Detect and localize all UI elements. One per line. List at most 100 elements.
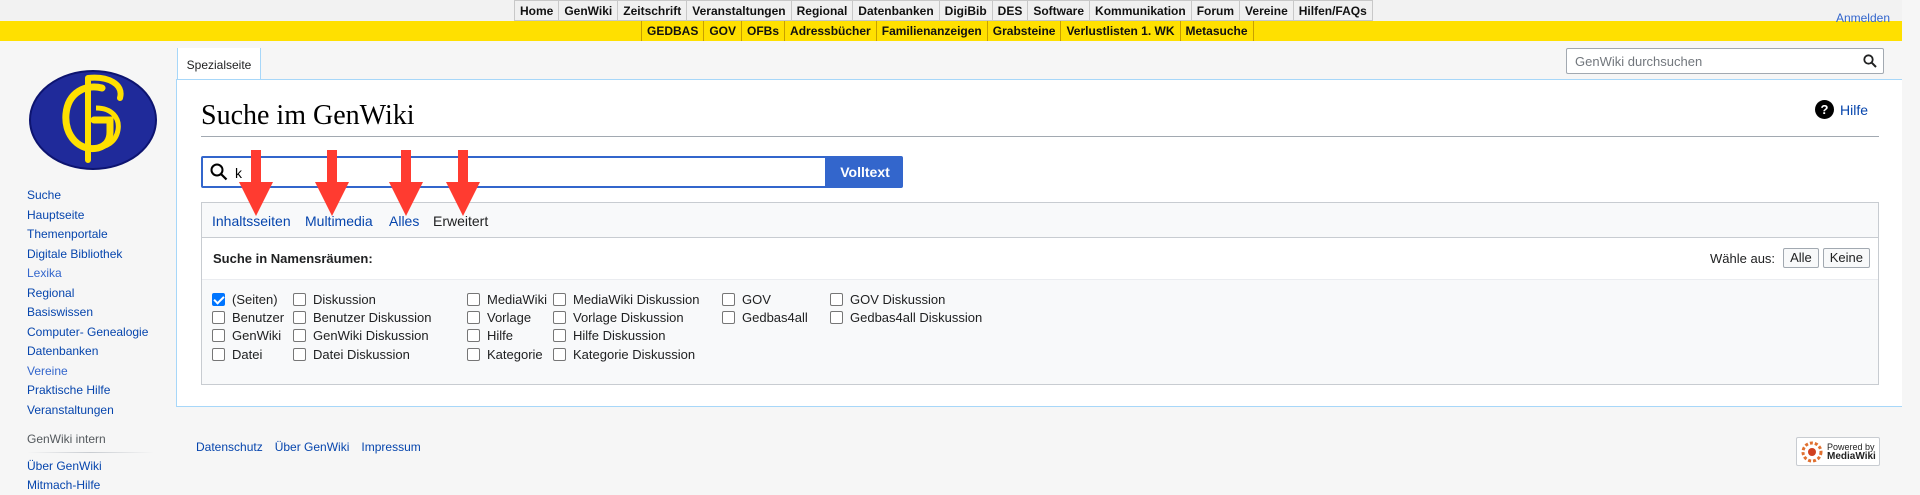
topnav-item[interactable]: Home	[515, 0, 560, 21]
sidebar-item-suche[interactable]: Suche	[27, 186, 148, 206]
topnav-item[interactable]: Regional	[791, 0, 854, 21]
topnav-item[interactable]: Veranstaltungen	[687, 0, 792, 21]
namespace-checkbox-item[interactable]: Diskussion	[293, 292, 376, 307]
namespace-checkbox-item[interactable]: Benutzer	[212, 310, 284, 325]
checkbox[interactable]	[212, 311, 225, 324]
tab-spezialseite[interactable]: Spezialseite	[177, 48, 261, 80]
footer-link-datenschutz[interactable]: Datenschutz	[196, 440, 263, 454]
topnav2-item[interactable]: Familienanzeigen	[877, 21, 988, 41]
namespace-checkbox-item[interactable]: Hilfe	[467, 328, 513, 343]
sidebar-item-ueber-genwiki[interactable]: Über GenWiki	[27, 457, 102, 476]
search-icon[interactable]	[1863, 54, 1877, 68]
topnav2-item[interactable]: GOV	[704, 21, 743, 41]
checkbox[interactable]	[293, 348, 306, 361]
topnav2-item[interactable]: Grabsteine	[988, 21, 1062, 41]
namespace-checkbox-item[interactable]: Datei Diskussion	[293, 347, 410, 362]
sidebar-item-regional[interactable]: Regional	[27, 284, 148, 304]
namespace-checkbox-item[interactable]: MediaWiki Diskussion	[553, 292, 699, 307]
checkbox[interactable]	[212, 329, 225, 342]
checkbox-label: Benutzer Diskussion	[313, 310, 432, 325]
namespace-checkbox-item[interactable]: Vorlage	[467, 310, 531, 325]
checkbox[interactable]	[212, 293, 225, 306]
namespace-checkbox-item[interactable]: (Seiten)	[212, 292, 278, 307]
checkbox[interactable]	[467, 329, 480, 342]
sidebar-section-heading: GenWiki intern	[27, 432, 106, 446]
topnav2-item[interactable]: Metasuche	[1181, 21, 1254, 41]
fulltext-search-button[interactable]: Volltext	[827, 156, 903, 188]
footer-links: Datenschutz Über GenWiki Impressum	[196, 440, 421, 454]
topnav2-item[interactable]: GEDBAS	[642, 21, 705, 41]
topnav-item[interactable]: Forum	[1191, 0, 1241, 21]
namespace-checkbox-item[interactable]: GOV	[722, 292, 771, 307]
namespace-checkbox-item[interactable]: Kategorie	[467, 347, 543, 362]
sidebar-item-themenportale[interactable]: Themenportale	[27, 225, 148, 245]
checkbox-label: Diskussion	[313, 292, 376, 307]
topnav2-item[interactable]: Adressbücher	[785, 21, 877, 41]
checkbox-label: Gedbas4all Diskussion	[850, 310, 983, 325]
mediawiki-flower-icon	[1801, 441, 1823, 462]
checkbox[interactable]	[553, 293, 566, 306]
namespace-checkbox-item[interactable]: GenWiki	[212, 328, 281, 343]
topnav-item[interactable]: DES	[992, 0, 1029, 21]
topnav-item[interactable]: Datenbanken	[853, 0, 940, 21]
search-options-panel: Inhaltsseiten Multimedia Alles Erweitert…	[201, 202, 1879, 385]
powered-by-text: Powered by MediaWiki	[1827, 442, 1876, 462]
site-search-input[interactable]	[1573, 52, 1853, 70]
sidebar-item-praktische-hilfe[interactable]: Praktische Hilfe	[27, 381, 148, 401]
footer-link-ueber-genwiki[interactable]: Über GenWiki	[275, 440, 350, 454]
login-link[interactable]: Anmelden	[1836, 11, 1890, 25]
genwiki-logo[interactable]	[28, 68, 158, 172]
top-nav-secondary: GEDBAS GOV OFBs Adressbücher Familienanz…	[641, 21, 1254, 41]
topnav-item[interactable]: GenWiki	[559, 0, 619, 21]
red-arrow-icon	[446, 150, 480, 216]
checkbox[interactable]	[553, 311, 566, 324]
footer-link-impressum[interactable]: Impressum	[361, 440, 420, 454]
checkbox[interactable]	[553, 348, 566, 361]
checkbox[interactable]	[212, 348, 225, 361]
checkbox[interactable]	[293, 293, 306, 306]
topnav-item[interactable]: Vereine	[1240, 0, 1294, 21]
namespace-checkbox-item[interactable]: Gedbas4all Diskussion	[830, 310, 982, 325]
checkbox[interactable]	[722, 311, 735, 324]
help-link[interactable]: ? Hilfe	[1814, 100, 1868, 119]
select-all-button[interactable]: Alle	[1783, 248, 1819, 268]
checkbox[interactable]	[467, 293, 480, 306]
checkbox[interactable]	[467, 311, 480, 324]
topnav-item[interactable]: Hilfen/FAQs	[1293, 0, 1373, 21]
topnav-item[interactable]: DigiBib	[939, 0, 993, 21]
sidebar-item-mitmach-hilfe[interactable]: Mitmach-Hilfe	[27, 476, 102, 495]
sidebar-item-datenbanken[interactable]: Datenbanken	[27, 342, 148, 362]
namespace-checkbox-item[interactable]: Benutzer Diskussion	[293, 310, 432, 325]
topnav-item[interactable]: Software	[1028, 0, 1091, 21]
sidebar-item-digitale-bibliothek[interactable]: Digitale Bibliothek	[27, 245, 148, 265]
sidebar-item-basiswissen[interactable]: Basiswissen	[27, 303, 148, 323]
select-none-button[interactable]: Keine	[1822, 248, 1870, 268]
topnav-item[interactable]: Kommunikation	[1090, 0, 1192, 21]
checkbox[interactable]	[722, 293, 735, 306]
namespace-checkbox-item[interactable]: Kategorie Diskussion	[553, 347, 695, 362]
topnav2-item[interactable]: Verlustlisten 1. WK	[1061, 21, 1181, 41]
namespace-checkbox-item[interactable]: Hilfe Diskussion	[553, 328, 665, 343]
sidebar-item-lexika[interactable]: Lexika	[27, 264, 148, 284]
namespace-checkbox-item[interactable]: GenWiki Diskussion	[293, 328, 429, 343]
checkbox-label: Datei Diskussion	[313, 347, 410, 362]
namespace-checkbox-item[interactable]: Datei	[212, 347, 262, 362]
powered-line2: MediaWiki	[1827, 450, 1876, 462]
powered-by-mediawiki-badge[interactable]: Powered by MediaWiki	[1796, 437, 1880, 466]
sidebar-item-hauptseite[interactable]: Hauptseite	[27, 206, 148, 226]
checkbox[interactable]	[553, 329, 566, 342]
sidebar-item-veranstaltungen[interactable]: Veranstaltungen	[27, 401, 148, 421]
topnav2-item[interactable]: OFBs	[742, 21, 786, 41]
topnav-item[interactable]: Zeitschrift	[618, 0, 688, 21]
sidebar-item-vereine[interactable]: Vereine	[27, 362, 148, 382]
checkbox[interactable]	[293, 329, 306, 342]
sidebar-item-computer-genealogie[interactable]: Computer- Genealogie	[27, 323, 148, 343]
namespace-checkbox-item[interactable]: MediaWiki	[467, 292, 547, 307]
checkbox[interactable]	[830, 293, 843, 306]
namespace-checkbox-item[interactable]: GOV Diskussion	[830, 292, 945, 307]
checkbox[interactable]	[467, 348, 480, 361]
checkbox[interactable]	[293, 311, 306, 324]
checkbox[interactable]	[830, 311, 843, 324]
namespace-checkbox-item[interactable]: Gedbas4all	[722, 310, 808, 325]
namespace-checkbox-item[interactable]: Vorlage Diskussion	[553, 310, 684, 325]
